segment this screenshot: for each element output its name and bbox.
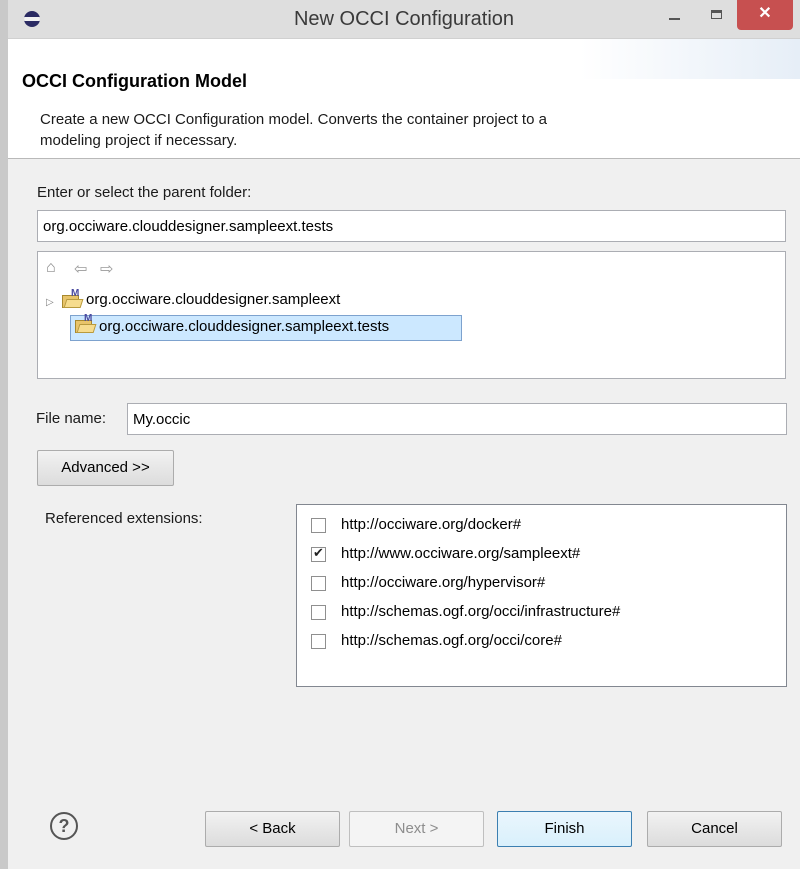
checkbox-checked[interactable] xyxy=(311,545,326,562)
title-bar: New OCCI Configuration ✕ xyxy=(8,0,800,39)
maximize-icon xyxy=(711,10,722,19)
finish-button[interactable]: Finish xyxy=(497,811,632,847)
parent-folder-input[interactable]: org.occiware.clouddesigner.sampleext.tes… xyxy=(37,210,786,242)
dialog-window: New OCCI Configuration ✕ OCCI Configurat… xyxy=(0,0,800,869)
expand-arrow-icon[interactable]: ▷ xyxy=(46,297,54,308)
minimize-button[interactable] xyxy=(653,0,697,30)
close-button[interactable]: ✕ xyxy=(737,0,793,30)
checkbox[interactable] xyxy=(311,576,326,591)
back-arrow-icon[interactable]: ⇦ xyxy=(74,259,87,279)
folder-tree[interactable]: ⌂ ⇦ ⇨ ▷ M org.occiware.clouddesigner.sam… xyxy=(37,251,786,379)
tree-item-label: org.occiware.clouddesigner.sampleext.tes… xyxy=(99,318,390,335)
tree-item-label: org.occiware.clouddesigner.sampleext xyxy=(86,291,341,308)
tree-item-sampleext-tests[interactable]: M org.occiware.clouddesigner.sampleext.t… xyxy=(70,313,462,341)
file-name-input[interactable]: My.occic xyxy=(127,403,787,435)
back-button[interactable]: < Back xyxy=(205,811,340,847)
checkbox[interactable] xyxy=(311,605,326,620)
extensions-list[interactable]: http://occiware.org/docker# http://www.o… xyxy=(296,504,787,687)
wizard-banner: OCCI Configuration Model Create a new OC… xyxy=(8,39,800,159)
tree-item-sampleext[interactable]: ▷ M org.occiware.clouddesigner.sampleext xyxy=(46,288,466,317)
forward-arrow-icon[interactable]: ⇨ xyxy=(100,259,113,279)
maximize-button[interactable] xyxy=(697,0,737,30)
parent-folder-label: Enter or select the parent folder: xyxy=(37,184,252,201)
referenced-extensions-label: Referenced extensions: xyxy=(45,510,203,527)
cancel-button[interactable]: Cancel xyxy=(647,811,782,847)
checkbox[interactable] xyxy=(311,634,326,649)
next-button[interactable]: Next > xyxy=(349,811,484,847)
project-folder-icon: M xyxy=(62,288,84,308)
close-icon: ✕ xyxy=(758,5,772,22)
advanced-button[interactable]: Advanced >> xyxy=(37,450,174,486)
file-name-label: File name: xyxy=(36,410,107,427)
page-title: OCCI Configuration Model xyxy=(22,71,247,91)
project-folder-icon: M xyxy=(75,313,97,333)
help-icon[interactable]: ? xyxy=(50,812,78,840)
checkbox[interactable] xyxy=(311,518,326,533)
page-description: Create a new OCCI Configuration model. C… xyxy=(40,111,547,149)
home-icon[interactable]: ⌂ xyxy=(46,259,56,277)
minimize-icon xyxy=(669,18,680,20)
